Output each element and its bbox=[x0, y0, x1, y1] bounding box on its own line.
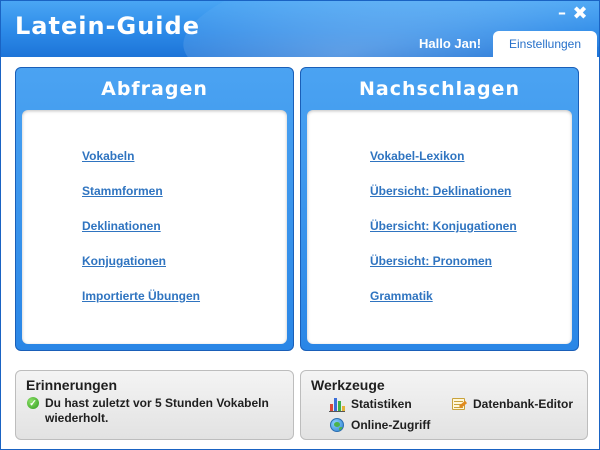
abfragen-title: Abfragen bbox=[101, 78, 208, 100]
datenbank-editor-label: Datenbank-Editor bbox=[473, 397, 574, 411]
tab-settings[interactable]: Einstellungen bbox=[493, 31, 597, 57]
list-item: Konjugationen bbox=[82, 252, 200, 287]
online-zugriff-label: Online-Zugriff bbox=[351, 418, 431, 432]
link-vokabel-lexikon[interactable]: Vokabel-Lexikon bbox=[370, 149, 464, 163]
werkzeuge-box: Werkzeuge Statistiken Datenbank-Editor O… bbox=[300, 370, 588, 440]
nachschlagen-title: Nachschlagen bbox=[359, 78, 520, 100]
link-stammformen[interactable]: Stammformen bbox=[82, 184, 163, 198]
globe-icon bbox=[329, 417, 345, 433]
online-zugriff-button[interactable]: Online-Zugriff bbox=[329, 417, 430, 433]
list-item: Deklinationen bbox=[82, 217, 200, 252]
list-item: Übersicht: Deklinationen bbox=[370, 182, 517, 217]
link-uebersicht-konjugationen[interactable]: Übersicht: Konjugationen bbox=[370, 219, 517, 233]
link-vokabeln[interactable]: Vokabeln bbox=[82, 149, 134, 163]
erinnerungen-title: Erinnerungen bbox=[26, 377, 118, 393]
list-item: Übersicht: Pronomen bbox=[370, 252, 517, 287]
datenbank-editor-button[interactable]: Datenbank-Editor bbox=[451, 396, 573, 412]
minimize-button[interactable]: – bbox=[553, 5, 571, 23]
list-item: Vokabel-Lexikon bbox=[370, 147, 517, 182]
list-item: Stammformen bbox=[82, 182, 200, 217]
nachschlagen-body: Vokabel-Lexikon Übersicht: Deklinationen… bbox=[307, 110, 572, 344]
bar-chart-icon bbox=[329, 396, 345, 412]
database-editor-icon bbox=[451, 396, 468, 412]
werkzeuge-title: Werkzeuge bbox=[311, 377, 385, 393]
abfragen-panel: Abfragen Vokabeln Stammformen Deklinatio… bbox=[15, 67, 294, 351]
list-item: Importierte Übungen bbox=[82, 287, 200, 322]
erinnerungen-box: Erinnerungen ✓ Du hast zuletzt vor 5 Stu… bbox=[15, 370, 294, 440]
app-window: Latein-Guide – ✖ Hallo Jan! Einstellunge… bbox=[0, 0, 600, 450]
link-uebersicht-pronomen[interactable]: Übersicht: Pronomen bbox=[370, 254, 492, 268]
link-uebersicht-deklinationen[interactable]: Übersicht: Deklinationen bbox=[370, 184, 511, 198]
link-konjugationen[interactable]: Konjugationen bbox=[82, 254, 166, 268]
reminder-text: Du hast zuletzt vor 5 Stunden Vokabeln w… bbox=[45, 396, 269, 425]
nachschlagen-panel: Nachschlagen Vokabel-Lexikon Übersicht: … bbox=[300, 67, 579, 351]
abfragen-body: Vokabeln Stammformen Deklinationen Konju… bbox=[22, 110, 287, 344]
list-item: Grammatik bbox=[370, 287, 517, 322]
list-item: Vokabeln bbox=[82, 147, 200, 182]
app-title: Latein-Guide bbox=[15, 12, 200, 40]
link-deklinationen[interactable]: Deklinationen bbox=[82, 219, 161, 233]
abfragen-link-list: Vokabeln Stammformen Deklinationen Konju… bbox=[82, 147, 200, 322]
close-button[interactable]: ✖ bbox=[571, 5, 589, 23]
nachschlagen-link-list: Vokabel-Lexikon Übersicht: Deklinationen… bbox=[370, 147, 517, 322]
title-bar: Latein-Guide – ✖ Hallo Jan! Einstellunge… bbox=[1, 1, 599, 57]
list-item: Übersicht: Konjugationen bbox=[370, 217, 517, 252]
link-grammatik[interactable]: Grammatik bbox=[370, 289, 433, 303]
user-greeting: Hallo Jan! bbox=[419, 36, 482, 51]
check-circle-icon: ✓ bbox=[27, 397, 39, 409]
statistiken-label: Statistiken bbox=[351, 397, 412, 411]
link-importierte-uebungen[interactable]: Importierte Übungen bbox=[82, 289, 200, 303]
statistiken-button[interactable]: Statistiken bbox=[329, 396, 412, 412]
